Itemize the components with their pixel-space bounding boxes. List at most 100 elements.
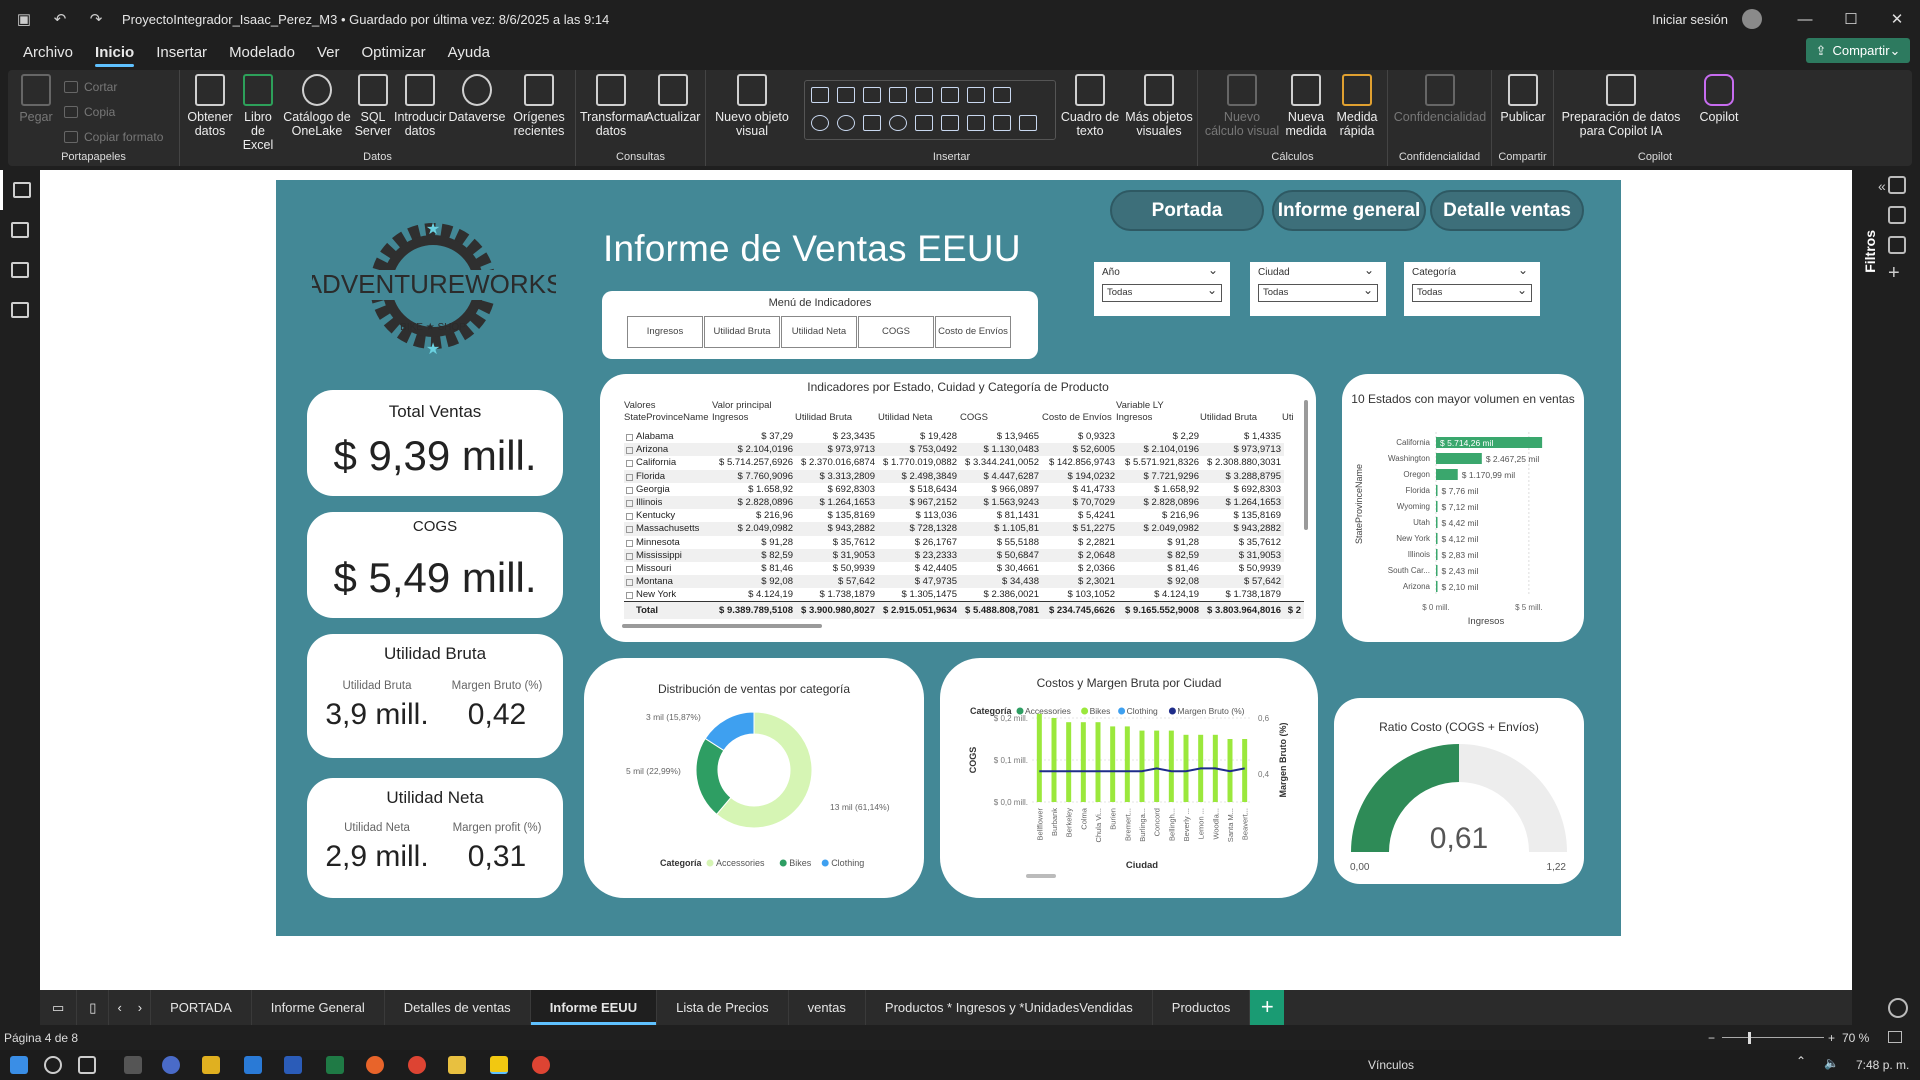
table-row[interactable]: Montana $ 92,08 $ 57,642 $ 47,9735 $ 34,438 $… [624, 575, 1304, 589]
row-header[interactable]: Massachusetts [624, 522, 708, 536]
chrome-icon[interactable] [408, 1056, 426, 1074]
zoom-slider[interactable] [1722, 1037, 1824, 1038]
matrix-hscrollbar[interactable] [622, 624, 822, 628]
row-header[interactable]: Georgia [624, 483, 708, 496]
table-row[interactable]: New York $ 4.124,19 $ 1.738,1879 $ 1.305,14… [624, 588, 1304, 601]
model-view-icon[interactable] [0, 250, 40, 290]
task-view-icon[interactable] [78, 1056, 96, 1074]
row-header[interactable]: Arizona [624, 443, 708, 457]
row-header[interactable]: Minnesota [624, 536, 708, 549]
slicer-dropdown[interactable]: Todas [1258, 282, 1378, 302]
card-icon[interactable] [941, 115, 959, 131]
minimize-button[interactable]: — [1782, 11, 1828, 28]
row-header[interactable]: Montana [624, 575, 708, 589]
format-pane-icon[interactable] [1888, 236, 1906, 254]
app-icon[interactable] [124, 1056, 142, 1074]
text-box-button[interactable]: Cuadro de texto [1058, 74, 1122, 138]
volume-icon[interactable]: 🔈 [1824, 1056, 1839, 1070]
zoom-in-button[interactable]: + [1828, 1027, 1835, 1049]
onelake-button[interactable]: Catálogo de OneLake [282, 74, 352, 138]
powerbi-icon[interactable] [490, 1056, 508, 1074]
word-icon[interactable] [284, 1056, 302, 1074]
get-data-button[interactable]: Obtener datos [186, 74, 234, 138]
matrix-icon[interactable] [1019, 115, 1037, 131]
menu-inicio[interactable]: Inicio [84, 38, 145, 68]
table-row[interactable]: Illinois $ 2.828,0896 $ 1.264,1653 $ 967,21… [624, 495, 1304, 510]
row-header[interactable]: Illinois [624, 495, 708, 510]
data-pane-icon[interactable] [1888, 176, 1906, 194]
windows-start-icon[interactable] [10, 1056, 28, 1074]
table-row[interactable]: Florida $ 7.760,9096 $ 3.313,2809 $ 2.498,3… [624, 469, 1304, 483]
sensitivity-button[interactable]: Confidencialidad [1392, 74, 1488, 124]
indicator-cogs-button[interactable]: COGS [858, 316, 934, 348]
redo-icon[interactable]: ↷ [84, 7, 108, 31]
copilot-button[interactable]: Copilot [1686, 74, 1752, 124]
visual-gallery[interactable] [804, 80, 1056, 140]
chrome-icon[interactable] [532, 1056, 550, 1074]
refresh-button[interactable]: Actualizar [644, 74, 702, 124]
user-avatar-icon[interactable] [1742, 9, 1762, 29]
document-title[interactable]: ProyectoIntegrador_Isaac_Perez_M3 • Guar… [122, 12, 609, 27]
format-painter-button[interactable]: Copiar formato [64, 130, 163, 144]
prev-page-icon[interactable]: ‹ [109, 990, 129, 1025]
indicator-costo-envios-button[interactable]: Costo de Envíos [935, 316, 1011, 348]
tab-productos[interactable]: Productos [1153, 990, 1251, 1025]
add-pane-icon[interactable]: + [1888, 263, 1906, 284]
share-button[interactable]: ⇪ Compartir ⌄ [1806, 38, 1910, 63]
enter-data-button[interactable]: Introducir datos [394, 74, 446, 138]
copilot-prep-button[interactable]: Preparación de datos para Copilot IA [1558, 74, 1684, 138]
recent-sources-button[interactable]: Orígenes recientes [508, 74, 570, 138]
close-button[interactable]: ✕ [1874, 10, 1920, 28]
menu-ayuda[interactable]: Ayuda [437, 38, 501, 68]
row-header[interactable]: Missouri [624, 562, 708, 575]
nav-detalle-ventas-button[interactable]: Detalle ventas [1430, 190, 1584, 231]
donut-chart[interactable]: Distribución de ventas por categoría 3 m… [584, 658, 924, 898]
menu-insertar[interactable]: Insertar [145, 38, 218, 68]
mobile-layout-icon[interactable]: ▯ [77, 990, 110, 1025]
search-icon[interactable] [44, 1056, 62, 1074]
area-chart-icon[interactable] [967, 87, 985, 103]
next-page-icon[interactable]: › [130, 990, 152, 1025]
fit-page-icon[interactable] [1888, 1031, 1902, 1043]
clock[interactable]: 7:48 p. m. [1856, 1058, 1909, 1072]
table-row[interactable]: Kentucky $ 216,96 $ 135,8169 $ 113,036 $ 81,… [624, 509, 1304, 522]
app-icon[interactable] [162, 1056, 180, 1074]
menu-archivo[interactable]: Archivo [12, 38, 84, 68]
dax-query-icon[interactable] [0, 290, 40, 330]
table-row[interactable]: Minnesota $ 91,28 $ 35,7612 $ 26,1767 $ 55,5… [624, 536, 1304, 549]
row-header[interactable]: Mississippi [624, 548, 708, 562]
combo-chart-icon[interactable] [993, 87, 1011, 103]
signin-link[interactable]: Iniciar sesión [1652, 12, 1728, 27]
zoom-level[interactable]: 70 % [1842, 1027, 1869, 1049]
table-row[interactable]: Georgia $ 1.658,92 $ 692,8303 $ 518,6434 $ 9… [624, 483, 1304, 496]
nav-informe-general-button[interactable]: Informe general [1272, 190, 1426, 231]
tab-ventas[interactable]: ventas [789, 990, 866, 1025]
indicator-utilidad-bruta-button[interactable]: Utilidad Bruta [704, 316, 780, 348]
filters-pane-label[interactable]: Filtros [1862, 230, 1878, 273]
nav-portada-button[interactable]: Portada [1110, 190, 1264, 231]
indicator-utilidad-neta-button[interactable]: Utilidad Neta [781, 316, 857, 348]
row-header[interactable]: California [624, 456, 708, 469]
table-view-icon[interactable] [0, 210, 40, 250]
line-chart-icon[interactable] [941, 87, 959, 103]
bar-chart-icon[interactable] [863, 87, 881, 103]
new-measure-button[interactable]: Nueva medida [1282, 74, 1330, 138]
costs-chart[interactable]: Costos y Margen Bruta por Ciudad Categor… [940, 658, 1318, 898]
app-icon[interactable] [202, 1056, 220, 1074]
map-icon[interactable] [889, 115, 907, 131]
cut-button[interactable]: Cortar [64, 80, 117, 94]
links-toolbar[interactable]: Vínculos [1368, 1058, 1414, 1072]
row-header[interactable]: Florida [624, 469, 708, 483]
tab-lista-precios[interactable]: Lista de Precios [657, 990, 789, 1025]
publish-button[interactable]: Publicar [1496, 74, 1550, 124]
excel-taskbar-icon[interactable] [326, 1056, 344, 1074]
sql-button[interactable]: SQL Server [354, 74, 392, 138]
table-row[interactable]: California $ 5.714.257,6926 $ 2.370.016,68… [624, 456, 1304, 469]
table-row[interactable]: Massachusetts $ 2.049,0982 $ 943,2882 $ 728… [624, 522, 1304, 536]
tab-informe-general[interactable]: Informe General [252, 990, 385, 1025]
desktop-layout-icon[interactable]: ▭ [40, 990, 78, 1025]
gauge-icon[interactable] [915, 115, 933, 131]
matrix-scrollbar[interactable] [1304, 400, 1308, 530]
dataverse-button[interactable]: Dataverse [448, 74, 506, 124]
slicer-categoria[interactable]: Categoría Todas [1404, 262, 1540, 316]
